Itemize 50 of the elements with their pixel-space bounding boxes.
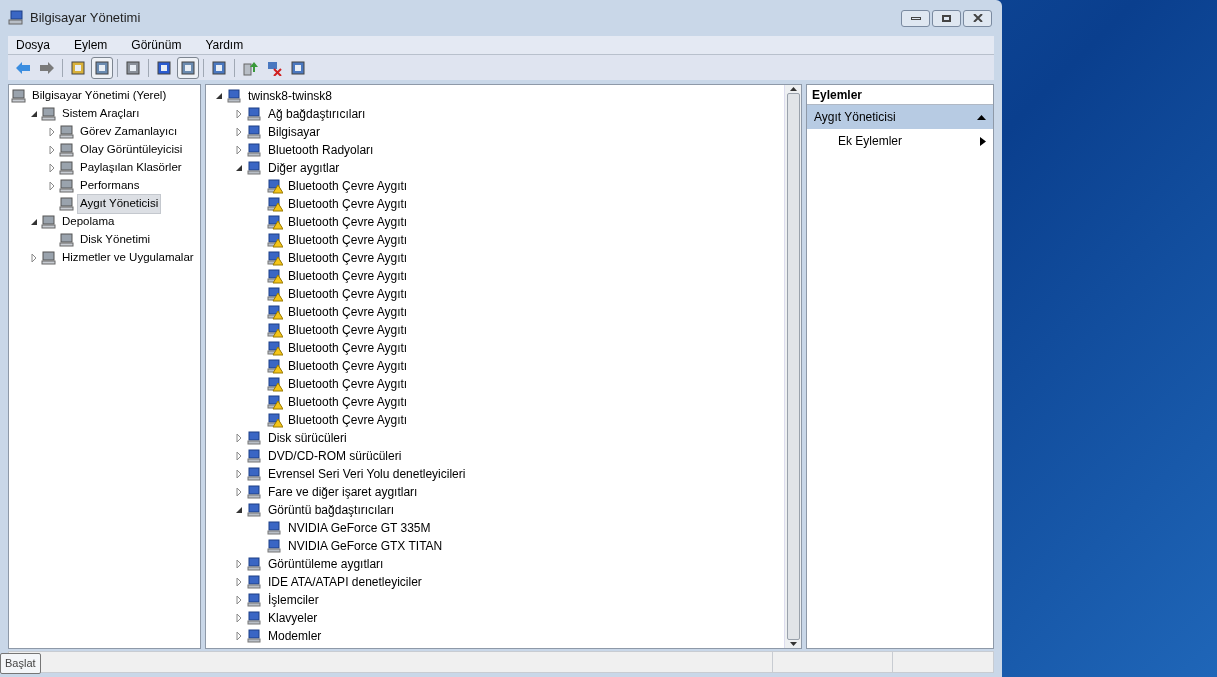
menu-item[interactable]: Eylem	[70, 36, 112, 54]
device-tree-item[interactable]: Bluetooth Çevre Aygıtı	[286, 177, 410, 195]
device-tree-item[interactable]: Bluetooth Çevre Aygıtı	[286, 339, 410, 357]
menu-item[interactable]: Dosya	[12, 36, 54, 54]
device-tree-item[interactable]: Modemler	[266, 627, 324, 645]
device-tree-item[interactable]: Bluetooth Çevre Aygıtı	[286, 267, 410, 285]
device-tree-item[interactable]: Bluetooth Çevre Aygıtı	[286, 285, 410, 303]
device-tree-item[interactable]: Fare ve diğer işaret aygıtları	[266, 483, 420, 501]
action-link[interactable]: Ek Eylemler	[838, 132, 902, 150]
section-title: Aygıt Yöneticisi	[814, 109, 896, 126]
actions-section-header[interactable]: Aygıt Yöneticisi	[807, 105, 993, 129]
device-tree-item[interactable]: Evrensel Seri Veri Yolu denetleyicileri	[266, 465, 468, 483]
device-tree-item[interactable]: Bilgisayar	[266, 123, 323, 141]
menu-item[interactable]: Görünüm	[127, 36, 186, 54]
device-tree-item[interactable]: Bluetooth Çevre Aygıtı	[286, 303, 410, 321]
device-tree-item[interactable]: Diğer aygıtlar	[266, 159, 342, 177]
console-tree-item[interactable]: Görev Zamanlayıcı	[77, 122, 181, 142]
menu-item[interactable]: Yardım	[201, 36, 248, 54]
console-tree-item[interactable]: Depolama	[59, 212, 118, 232]
device-tree-item[interactable]: NVIDIA GeForce GTX TITAN	[286, 537, 445, 555]
device-tree-item[interactable]: Görüntüleme aygıtları	[266, 555, 386, 573]
device-tree-item[interactable]: Görüntü bağdaştırıcıları	[266, 501, 397, 519]
device-tree-item[interactable]: Bluetooth Çevre Aygıtı	[286, 231, 410, 249]
device-tree-item[interactable]: Bluetooth Çevre Aygıtı	[286, 249, 410, 267]
device-tree-item[interactable]: NVIDIA GeForce GT 335M	[286, 519, 433, 537]
window-title: Bilgisayar Yönetimi	[30, 9, 141, 28]
device-tree-item[interactable]: Ağ bağdaştırıcıları	[266, 105, 368, 123]
device-tree-item[interactable]: Bluetooth Çevre Aygıtı	[286, 321, 410, 339]
tooltip: Başlat	[0, 653, 41, 674]
device-tree-item[interactable]: İşlemciler	[266, 591, 321, 609]
console-tree-item[interactable]: Olay Görüntüleyicisi	[77, 140, 186, 160]
device-tree-item[interactable]: Bluetooth Radyoları	[266, 141, 376, 159]
device-tree-item[interactable]: DVD/CD-ROM sürücüleri	[266, 447, 404, 465]
console-tree-item[interactable]: Performans	[77, 176, 143, 196]
device-tree-item[interactable]: Disk sürücüleri	[266, 429, 349, 447]
device-tree-item[interactable]: Bluetooth Çevre Aygıtı	[286, 393, 410, 411]
console-tree-item[interactable]: Disk Yönetimi	[77, 230, 154, 250]
device-tree-item[interactable]: IDE ATA/ATAPI denetleyiciler	[266, 573, 424, 591]
console-tree-item[interactable]: Bilgisayar Yönetimi (Yerel)	[29, 86, 170, 106]
device-tree-item[interactable]: Bluetooth Çevre Aygıtı	[286, 213, 410, 231]
device-tree-item[interactable]: twinsk8-twinsk8	[246, 87, 335, 105]
device-tree-item[interactable]: Bluetooth Çevre Aygıtı	[286, 375, 410, 393]
console-tree-item[interactable]: Sistem Araçları	[59, 104, 143, 124]
console-tree-item[interactable]: Paylaşılan Klasörler	[77, 158, 185, 178]
device-tree-item[interactable]: Bluetooth Çevre Aygıtı	[286, 357, 410, 375]
device-tree-item[interactable]: Bluetooth Çevre Aygıtı	[286, 195, 410, 213]
device-tree-item[interactable]: Klavyeler	[266, 609, 320, 627]
device-tree-item[interactable]: Bluetooth Çevre Aygıtı	[286, 411, 410, 429]
console-tree-item[interactable]: Aygıt Yöneticisi	[77, 194, 162, 214]
console-tree-item[interactable]: Hizmetler ve Uygulamalar	[59, 248, 197, 268]
